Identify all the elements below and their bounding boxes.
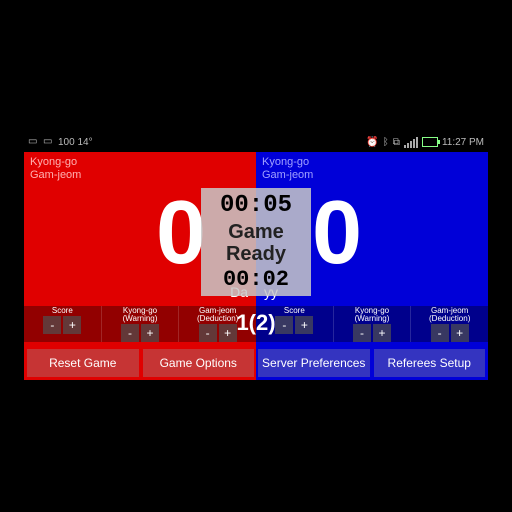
blue-kyonggo-minus[interactable]: -: [353, 324, 371, 342]
blue-gamjeom-plus[interactable]: +: [451, 324, 469, 342]
bluetooth-icon: ᛒ: [383, 137, 389, 148]
red-gamjeom-label: Gam-jeom: [30, 169, 250, 182]
blue-gamjeom-ctrl-label: Gam-jeom(Deduction): [429, 307, 470, 323]
red-penalty-labels: Kyong-go Gam-jeom: [30, 156, 250, 182]
blue-kyonggo-label: Kyong-go: [262, 156, 482, 169]
red-kyonggo-minus[interactable]: -: [121, 324, 139, 342]
wifi-icon: ⧉: [393, 137, 400, 148]
red-score-plus[interactable]: +: [63, 316, 81, 334]
sub-timer: 00:02: [201, 267, 311, 292]
center-panel: 00:05 Game Ready 00:02: [201, 188, 311, 296]
blue-score: 0: [312, 182, 362, 285]
battery-icon: [422, 137, 438, 147]
game-status: Game Ready: [201, 219, 311, 267]
blue-kyonggo-ctrl-label: Kyong-go(Warning): [355, 307, 390, 323]
image-icon: ▭: [43, 136, 55, 148]
red-score-label: Score: [52, 307, 73, 315]
red-kyonggo-ctrl-label: Kyong-go(Warning): [123, 307, 158, 323]
blue-kyonggo-group: Kyong-go(Warning) - +: [333, 306, 411, 342]
blue-gamjeom-label: Gam-jeom: [262, 169, 482, 182]
blue-gamjeom-group: Gam-jeom(Deduction) - +: [410, 306, 488, 342]
scoreboard-main: Kyong-go Gam-jeom 0 Da Kyong-go Gam-jeom…: [24, 152, 488, 380]
game-options-button[interactable]: Game Options: [143, 349, 255, 377]
status-right: ⏰ ᛒ ⧉ 11:27 PM: [366, 137, 484, 148]
blue-gamjeom-minus[interactable]: -: [431, 324, 449, 342]
signal-icon: [404, 137, 418, 148]
status-bar: ▭ ▭ 100 14° ⏰ ᛒ ⧉ 11:27 PM: [24, 132, 488, 152]
red-kyonggo-label: Kyong-go: [30, 156, 250, 169]
red-score: 0: [156, 182, 206, 285]
status-left-text: 100 14°: [58, 137, 93, 148]
main-timer: 00:05: [201, 192, 311, 219]
status-line1: Game: [201, 221, 311, 243]
status-left: ▭ ▭ 100 14°: [28, 136, 93, 148]
red-gamjeom-minus[interactable]: -: [199, 324, 217, 342]
notification-icon: ▭: [28, 136, 40, 148]
blue-score-plus[interactable]: +: [295, 316, 313, 334]
red-controls: Score - + Kyong-go(Warning) - + Gam-jeom…: [24, 306, 256, 342]
red-score-minus[interactable]: -: [43, 316, 61, 334]
red-score-group: Score - +: [24, 306, 101, 342]
status-time: 11:27 PM: [442, 137, 484, 148]
red-gamjeom-plus[interactable]: +: [219, 324, 237, 342]
blue-score-label: Score: [284, 307, 305, 315]
red-gamjeom-ctrl-label: Gam-jeom(Deduction): [197, 307, 238, 323]
reset-game-button[interactable]: Reset Game: [27, 349, 139, 377]
blue-score-minus[interactable]: -: [275, 316, 293, 334]
server-preferences-button[interactable]: Server Preferences: [258, 349, 370, 377]
blue-penalty-labels: Kyong-go Gam-jeom: [262, 156, 482, 182]
bottom-buttons: Reset Game Game Options Server Preferenc…: [24, 346, 488, 380]
red-kyonggo-group: Kyong-go(Warning) - +: [101, 306, 179, 342]
alarm-icon: ⏰: [366, 137, 378, 148]
blue-kyonggo-plus[interactable]: +: [373, 324, 391, 342]
status-line2: Ready: [201, 243, 311, 265]
referees-setup-button[interactable]: Referees Setup: [374, 349, 486, 377]
blue-controls: Score - + Kyong-go(Warning) - + Gam-jeom…: [256, 306, 488, 342]
red-kyonggo-plus[interactable]: +: [141, 324, 159, 342]
round-indicator: 1(2): [236, 310, 275, 336]
app-screen: ▭ ▭ 100 14° ⏰ ᛒ ⧉ 11:27 PM Kyong-go Gam-…: [24, 132, 488, 380]
